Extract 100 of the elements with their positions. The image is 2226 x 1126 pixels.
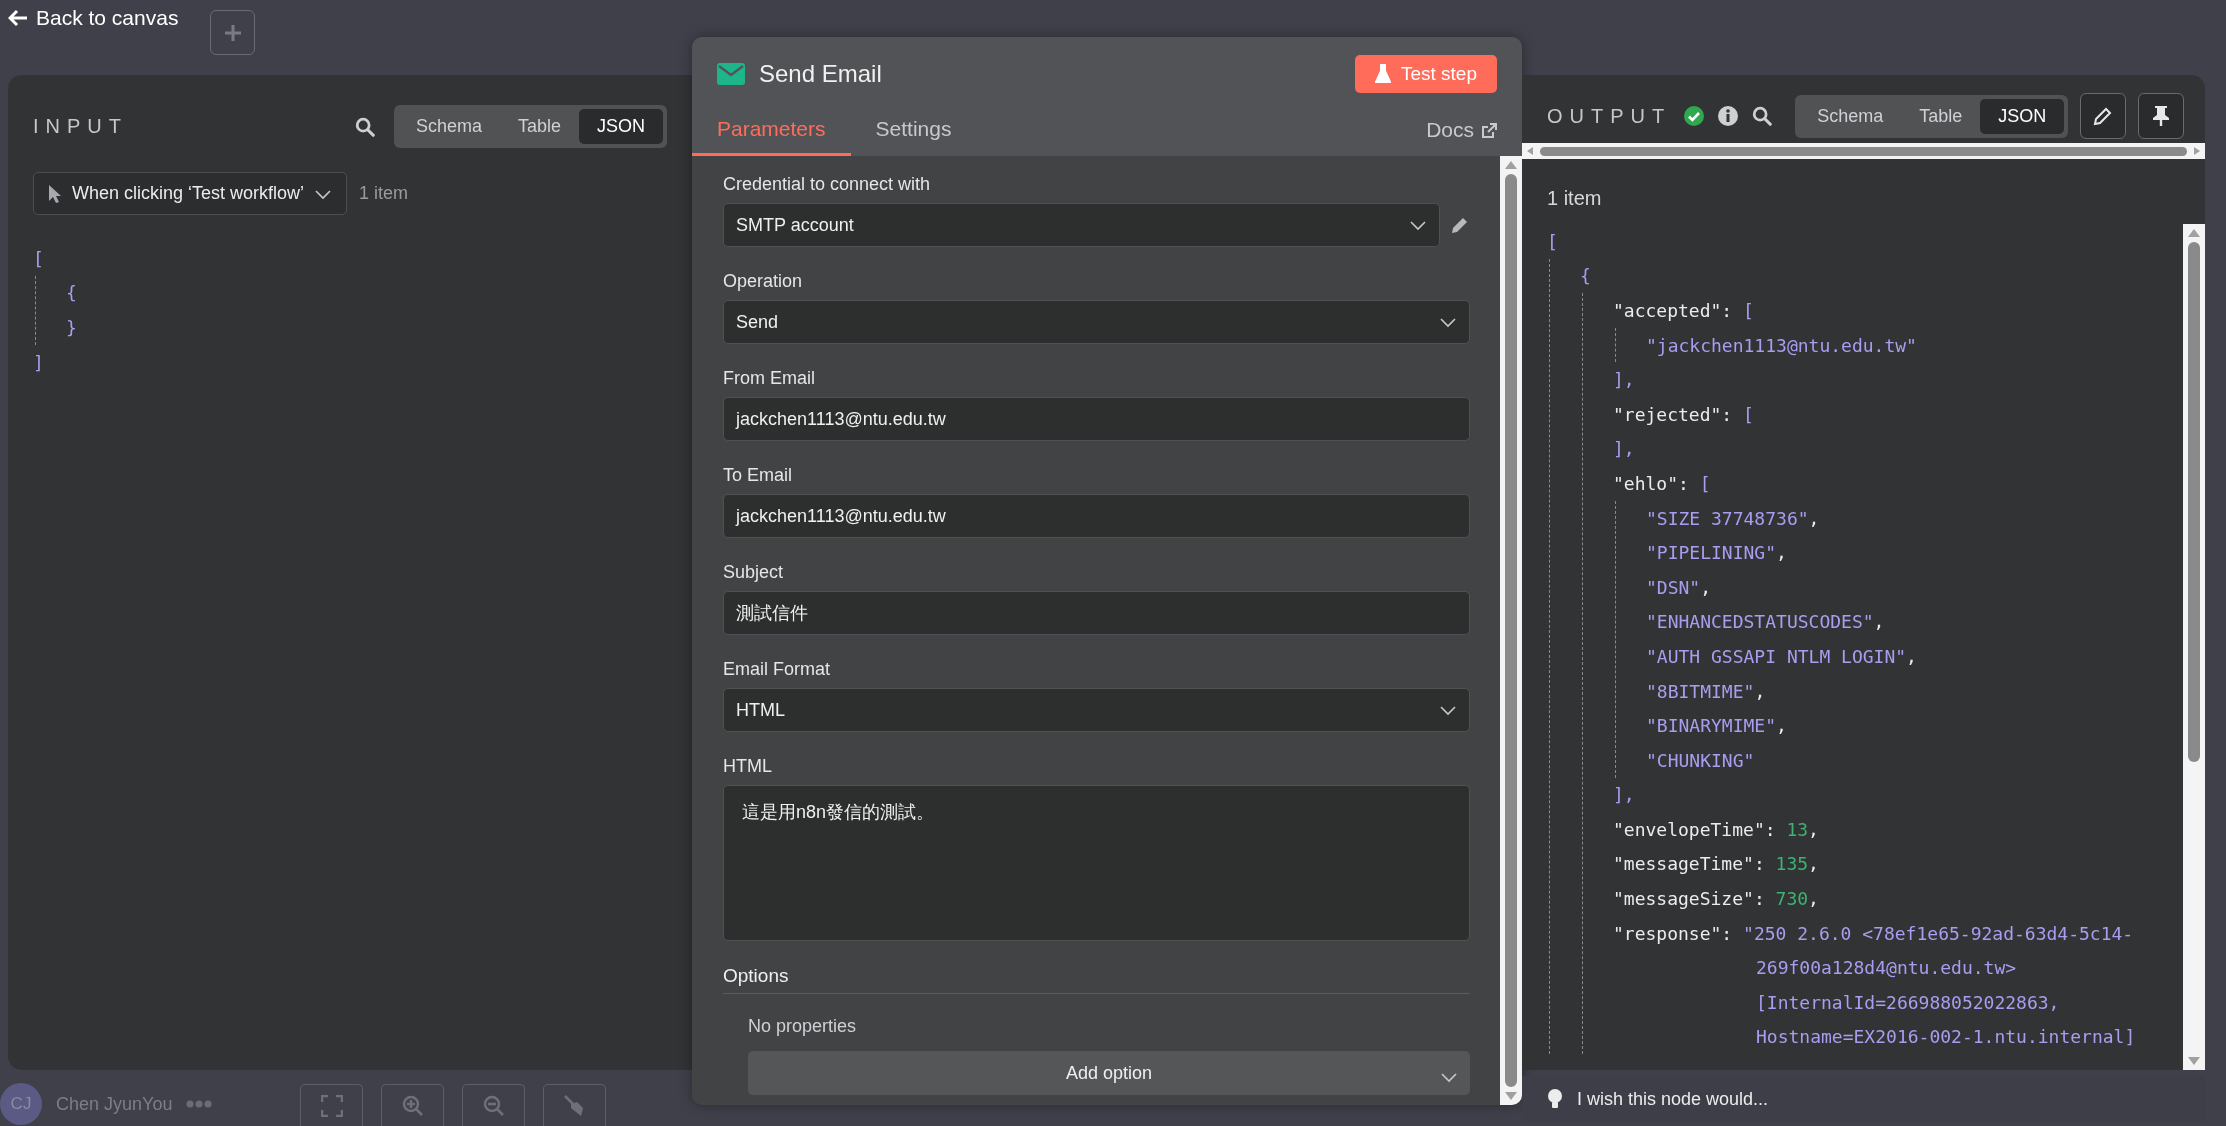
scroll-left-icon[interactable] — [1526, 146, 1534, 156]
arrow-left-icon — [8, 9, 28, 27]
options-title: Options — [723, 965, 1470, 994]
plus-icon — [222, 22, 243, 43]
parameter-tab[interactable]: Settings — [850, 107, 977, 156]
select-field[interactable]: SMTP account — [723, 203, 1440, 247]
json-line: ] — [33, 350, 45, 375]
json-line: ], — [1613, 368, 1636, 393]
more-dots-icon[interactable] — [186, 1100, 213, 1108]
add-node-button[interactable] — [210, 10, 255, 55]
json-line: "rejected": [ — [1613, 402, 1755, 427]
edit-button[interactable] — [2080, 93, 2127, 139]
input-field[interactable]: 測試信件 — [723, 591, 1470, 635]
scroll-down-icon[interactable] — [2187, 1056, 2201, 1066]
json-line: "envelopeTime": 13, — [1613, 817, 1820, 842]
flask-icon — [1374, 64, 1391, 84]
chevron-down-icon — [1409, 219, 1427, 231]
fit-view-button[interactable] — [300, 1084, 363, 1126]
docs-link[interactable]: Docs — [1426, 118, 1497, 156]
node-title: Send Email — [759, 60, 882, 88]
json-line: "jackchen1113@ntu.edu.tw" — [1646, 333, 1918, 358]
input-field[interactable]: jackchen1113@ntu.edu.tw — [723, 494, 1470, 538]
output-title: OUTPUT — [1547, 104, 1672, 128]
field-label: To Email — [723, 465, 794, 486]
field-label: HTML — [723, 756, 773, 777]
field-label: From Email — [723, 368, 816, 389]
add-option-button[interactable]: Add option — [748, 1051, 1470, 1095]
json-line: "CHUNKING" — [1646, 748, 1756, 773]
json-line: "BINARYMIME", — [1646, 714, 1788, 739]
select-field[interactable]: Send — [723, 300, 1470, 344]
json-line: "SIZE 37748736", — [1646, 506, 1821, 531]
json-line: Hostname=EX2016-002-1.ntu.internal] — [1756, 1025, 2137, 1050]
json-line: } — [66, 316, 78, 340]
input-title: INPUT — [33, 115, 128, 138]
json-line: "response": "250 2.6.0 <78ef1e65-92ad-63d4-5c14- — [1613, 921, 2135, 946]
field-label: Email Format — [723, 659, 831, 680]
view-tab[interactable]: Table — [1901, 98, 1981, 134]
view-tab[interactable]: Schema — [397, 109, 500, 144]
external-link-icon — [1482, 122, 1497, 138]
search-icon[interactable] — [353, 115, 376, 138]
json-line: "messageTime": 135, — [1613, 852, 1820, 877]
scroll-down-icon[interactable] — [1504, 1091, 1518, 1101]
view-tab[interactable]: JSON — [1980, 98, 2065, 134]
field-label: Subject — [723, 562, 785, 583]
zoom-in-button[interactable] — [381, 1084, 444, 1126]
json-line: "AUTH GSSAPI NTLM LOGIN", — [1646, 644, 1918, 669]
chevron-down-icon — [1440, 1071, 1458, 1083]
scrollbar[interactable] — [2183, 224, 2205, 1070]
search-icon[interactable] — [1751, 105, 1774, 127]
item-count: 1 item — [359, 183, 409, 204]
view-tab[interactable]: Schema — [1799, 98, 1902, 134]
pin-icon — [2152, 105, 2171, 127]
json-line: "8BITMIME", — [1646, 679, 1767, 704]
scroll-up-icon[interactable] — [1504, 160, 1518, 170]
pencil-icon[interactable] — [1450, 215, 1470, 235]
item-count: 1 item — [1547, 187, 1603, 210]
view-tab[interactable]: Table — [499, 109, 579, 144]
input-field[interactable]: jackchen1113@ntu.edu.tw — [723, 397, 1470, 441]
json-line: { — [1580, 264, 1592, 289]
zoom-out-icon — [481, 1093, 506, 1118]
json-line: "ENHANCEDSTATUSCODES", — [1646, 610, 1886, 635]
json-line: "messageSize": 730, — [1613, 887, 1820, 912]
scroll-right-icon[interactable] — [2193, 146, 2201, 156]
chevron-down-icon — [1439, 316, 1457, 328]
json-line: "ehlo": [ — [1613, 471, 1712, 496]
lightbulb-icon — [1547, 1088, 1563, 1110]
user-name: Chen JyunYou — [56, 1093, 173, 1115]
view-tab[interactable]: JSON — [579, 109, 663, 144]
scroll-up-icon[interactable] — [2187, 228, 2201, 238]
json-line: [ — [33, 246, 45, 271]
zoom-in-icon — [400, 1093, 425, 1118]
field-label: Credential to connect with — [723, 174, 932, 195]
select-field[interactable]: HTML — [723, 688, 1470, 732]
horizontal-scrollbar[interactable] — [1522, 143, 2205, 159]
json-line: "accepted": [ — [1613, 299, 1755, 323]
info-icon[interactable] — [1717, 105, 1740, 127]
json-line: "PIPELINING", — [1646, 541, 1788, 566]
cursor-icon — [48, 183, 62, 204]
empty-options-text: No properties — [748, 1016, 858, 1037]
zoom-out-button[interactable] — [462, 1084, 525, 1126]
json-line: 269f00a128d4@ntu.edu.tw> — [1756, 956, 2018, 981]
json-line: { — [66, 281, 78, 306]
back-to-canvas-link[interactable]: Back to canvas — [8, 6, 179, 30]
json-line: [InternalId=266988052022863, — [1756, 990, 2061, 1015]
feedback-placeholder: I wish this node would... — [1577, 1088, 1769, 1110]
json-line: "DSN", — [1646, 575, 1713, 600]
fullscreen-icon — [320, 1094, 343, 1117]
json-line: ], — [1613, 783, 1636, 808]
pencil-icon — [2093, 106, 2114, 126]
tidy-up-button[interactable] — [543, 1084, 606, 1126]
pin-button[interactable] — [2138, 93, 2185, 139]
chevron-down-icon — [314, 187, 333, 200]
check-circle-icon — [1683, 105, 1706, 127]
source-node-select[interactable]: When clicking ‘Test workflow’ — [33, 172, 348, 215]
chevron-down-icon — [1439, 704, 1457, 716]
envelope-icon — [717, 63, 745, 85]
text-area[interactable]: 這是用n8n發信的測試。 — [723, 785, 1470, 941]
json-line: ], — [1613, 437, 1636, 462]
field-label: Operation — [723, 271, 804, 292]
scrollbar[interactable] — [1500, 156, 1522, 1105]
